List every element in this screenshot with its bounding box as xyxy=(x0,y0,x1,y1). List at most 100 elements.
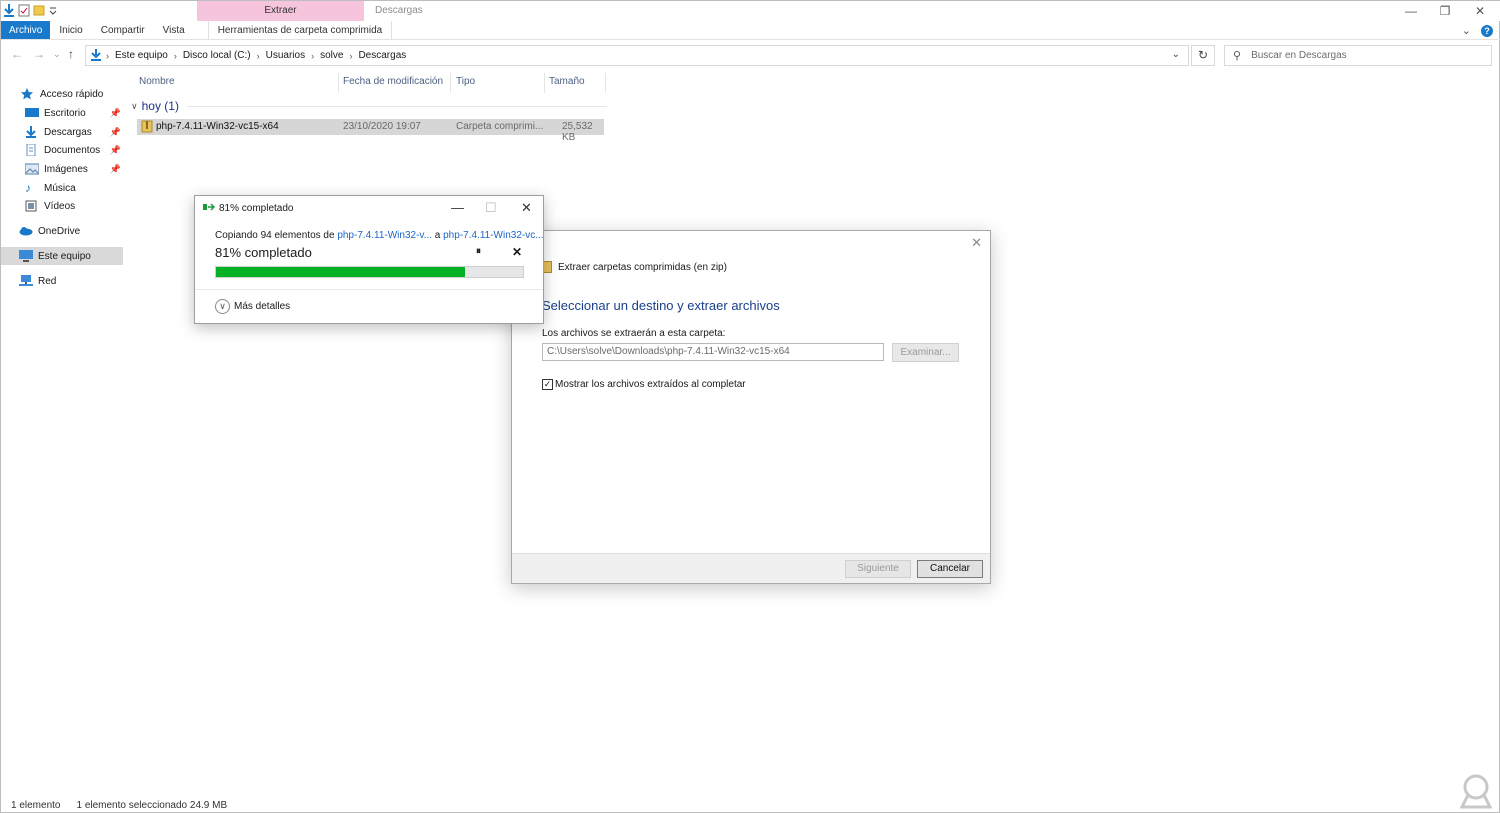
sidebar-item-musica[interactable]: ♪ Música xyxy=(25,179,123,197)
group-header-hoy[interactable]: ∨ hoy (1) xyxy=(131,99,607,113)
cancel-button[interactable]: Cancelar xyxy=(917,560,983,578)
sidebar-item-documentos[interactable]: Documentos 📌 xyxy=(25,141,123,159)
checkbox-label: Mostrar los archivos extraídos al comple… xyxy=(555,379,746,390)
tab-archivo[interactable]: Archivo xyxy=(1,21,51,39)
sidebar-item-label: Vídeos xyxy=(44,200,76,212)
column-header-tamano[interactable]: Tamaño xyxy=(549,71,585,93)
zip-folder-icon xyxy=(141,120,153,136)
address-bar[interactable]: › Este equipo › Disco local (C:) › Usuar… xyxy=(85,45,1189,66)
chevron-right-icon[interactable]: › xyxy=(257,51,260,61)
chevron-right-icon[interactable]: › xyxy=(349,51,352,61)
sidebar-item-descargas[interactable]: Descargas 📌 xyxy=(25,123,123,141)
title-bar: Extraer Descargas — ❐ ✕ xyxy=(1,1,1500,21)
search-placeholder: Buscar en Descargas xyxy=(1251,50,1347,61)
sidebar-item-imagenes[interactable]: Imágenes 📌 xyxy=(24,160,123,178)
new-folder-icon[interactable] xyxy=(33,3,45,17)
checkbox-check-icon[interactable]: ✓ xyxy=(542,379,553,390)
star-icon xyxy=(21,88,35,100)
next-button[interactable]: Siguiente xyxy=(845,560,911,578)
column-header-nombre[interactable]: Nombre xyxy=(139,71,175,93)
navigation-bar: ← → ⌄ ↑ › Este equipo › Disco local (C:)… xyxy=(1,41,1500,69)
pin-icon[interactable]: 📌 xyxy=(110,164,121,175)
copy-progress-icon xyxy=(203,202,216,215)
restore-button[interactable]: ❐ xyxy=(1428,1,1462,21)
cloud-icon xyxy=(19,225,33,237)
file-row[interactable]: php-7.4.11-Win32-vc15-x64 23/10/2020 19:… xyxy=(137,119,604,143)
browse-button[interactable]: Examinar... xyxy=(892,343,959,362)
watermark-logo xyxy=(1458,773,1494,809)
column-divider[interactable] xyxy=(544,73,545,93)
tab-vista[interactable]: Vista xyxy=(154,21,194,39)
breadcrumb-solve[interactable]: solve xyxy=(320,50,343,61)
collapse-chevron-icon[interactable]: ∨ xyxy=(131,101,138,112)
status-bar: 1 elemento 1 elemento seleccionado 24.9 … xyxy=(11,800,227,811)
tab-inicio[interactable]: Inicio xyxy=(50,21,91,39)
pin-icon[interactable]: 📌 xyxy=(110,127,121,138)
column-divider[interactable] xyxy=(338,73,339,93)
extract-wizard-dialog: ✕ Extraer carpetas comprimidas (en zip) … xyxy=(511,230,991,584)
window-title: Descargas xyxy=(375,5,423,16)
breadcrumb-usuarios[interactable]: Usuarios xyxy=(266,50,305,61)
refresh-button[interactable]: ↻ xyxy=(1191,45,1215,66)
chevron-right-icon[interactable]: › xyxy=(311,51,314,61)
copying-description: Copiando 94 elementos de php-7.4.11-Win3… xyxy=(215,230,544,241)
minimize-button[interactable]: — xyxy=(1394,1,1428,21)
column-divider[interactable] xyxy=(605,73,606,93)
sidebar-item-label: Imágenes xyxy=(44,163,88,175)
file-name: php-7.4.11-Win32-vc15-x64 xyxy=(156,121,279,132)
wizard-title-text: Extraer carpetas comprimidas (en zip) xyxy=(558,261,727,273)
tab-compressed-folder-tools[interactable]: Herramientas de carpeta comprimida xyxy=(207,21,393,39)
download-arrow-icon[interactable] xyxy=(3,3,15,17)
properties-icon[interactable] xyxy=(18,3,30,17)
close-button[interactable]: ✕ xyxy=(1463,1,1497,21)
file-size: 25,532 KB xyxy=(562,121,593,143)
cancel-copy-button[interactable]: ✕ xyxy=(512,245,522,259)
column-header-tipo[interactable]: Tipo xyxy=(456,71,475,93)
music-icon: ♪ xyxy=(25,181,31,195)
sidebar-item-videos[interactable]: Vídeos xyxy=(25,197,123,215)
destination-link[interactable]: php-7.4.11-Win32-vc... xyxy=(443,230,543,241)
recent-locations-icon[interactable]: ⌄ xyxy=(53,49,61,60)
show-extracted-checkbox[interactable]: ✓ Mostrar los archivos extraídos al comp… xyxy=(542,379,746,390)
forward-icon[interactable]: → xyxy=(33,47,45,61)
chevron-right-icon[interactable]: › xyxy=(174,51,177,61)
pause-button[interactable]: ⏸ xyxy=(476,246,481,257)
breadcrumb-descargas[interactable]: Descargas xyxy=(358,50,406,61)
progress-minimize-button[interactable]: — xyxy=(451,200,464,215)
group-divider xyxy=(186,105,607,107)
up-icon[interactable]: ↑ xyxy=(68,47,74,61)
column-divider[interactable] xyxy=(450,73,451,93)
pin-icon[interactable]: 📌 xyxy=(110,108,121,119)
column-header-fecha[interactable]: Fecha de modificación xyxy=(343,71,443,93)
sidebar-item-acceso-rapido[interactable]: Acceso rápido xyxy=(21,85,123,103)
breadcrumb-este-equipo[interactable]: Este equipo xyxy=(115,50,168,61)
sidebar-item-red[interactable]: Red xyxy=(19,272,123,290)
sidebar-item-escritorio[interactable]: Escritorio 📌 xyxy=(25,104,123,122)
file-date: 23/10/2020 19:07 xyxy=(343,121,421,132)
pin-icon[interactable]: 📌 xyxy=(110,145,121,156)
expand-ribbon-icon[interactable]: ⌄ xyxy=(1462,24,1471,37)
back-icon[interactable]: ← xyxy=(11,47,23,61)
address-dropdown-icon[interactable]: ⌄ xyxy=(1172,49,1180,60)
destination-path-input[interactable]: C:\Users\solve\Downloads\php-7.4.11-Win3… xyxy=(542,343,884,361)
copying-to: a xyxy=(434,230,441,241)
source-link[interactable]: php-7.4.11-Win32-v... xyxy=(337,230,432,241)
progress-percent-text: 81% completado xyxy=(215,245,312,260)
video-icon xyxy=(25,200,39,212)
progress-maximize-button[interactable]: ☐ xyxy=(485,200,497,216)
sidebar-item-label: Música xyxy=(44,182,76,194)
sidebar-item-este-equipo[interactable]: Este equipo xyxy=(1,247,123,265)
quick-access-toolbar xyxy=(3,3,60,17)
help-icon[interactable]: ? xyxy=(1481,24,1493,37)
image-icon xyxy=(24,163,40,175)
search-input[interactable]: ⚲ Buscar en Descargas xyxy=(1224,45,1492,66)
network-icon xyxy=(19,275,33,287)
more-details-toggle[interactable]: ∨ Más detalles xyxy=(215,299,290,314)
progress-close-button[interactable]: ✕ xyxy=(521,200,532,216)
customize-qat-icon[interactable] xyxy=(48,3,60,17)
breadcrumb-disco-local[interactable]: Disco local (C:) xyxy=(183,50,251,61)
sidebar-item-onedrive[interactable]: OneDrive xyxy=(19,222,123,240)
wizard-heading: Seleccionar un destino y extraer archivo… xyxy=(542,298,780,313)
wizard-close-icon[interactable]: ✕ xyxy=(971,235,982,251)
tab-compartir[interactable]: Compartir xyxy=(92,21,154,39)
